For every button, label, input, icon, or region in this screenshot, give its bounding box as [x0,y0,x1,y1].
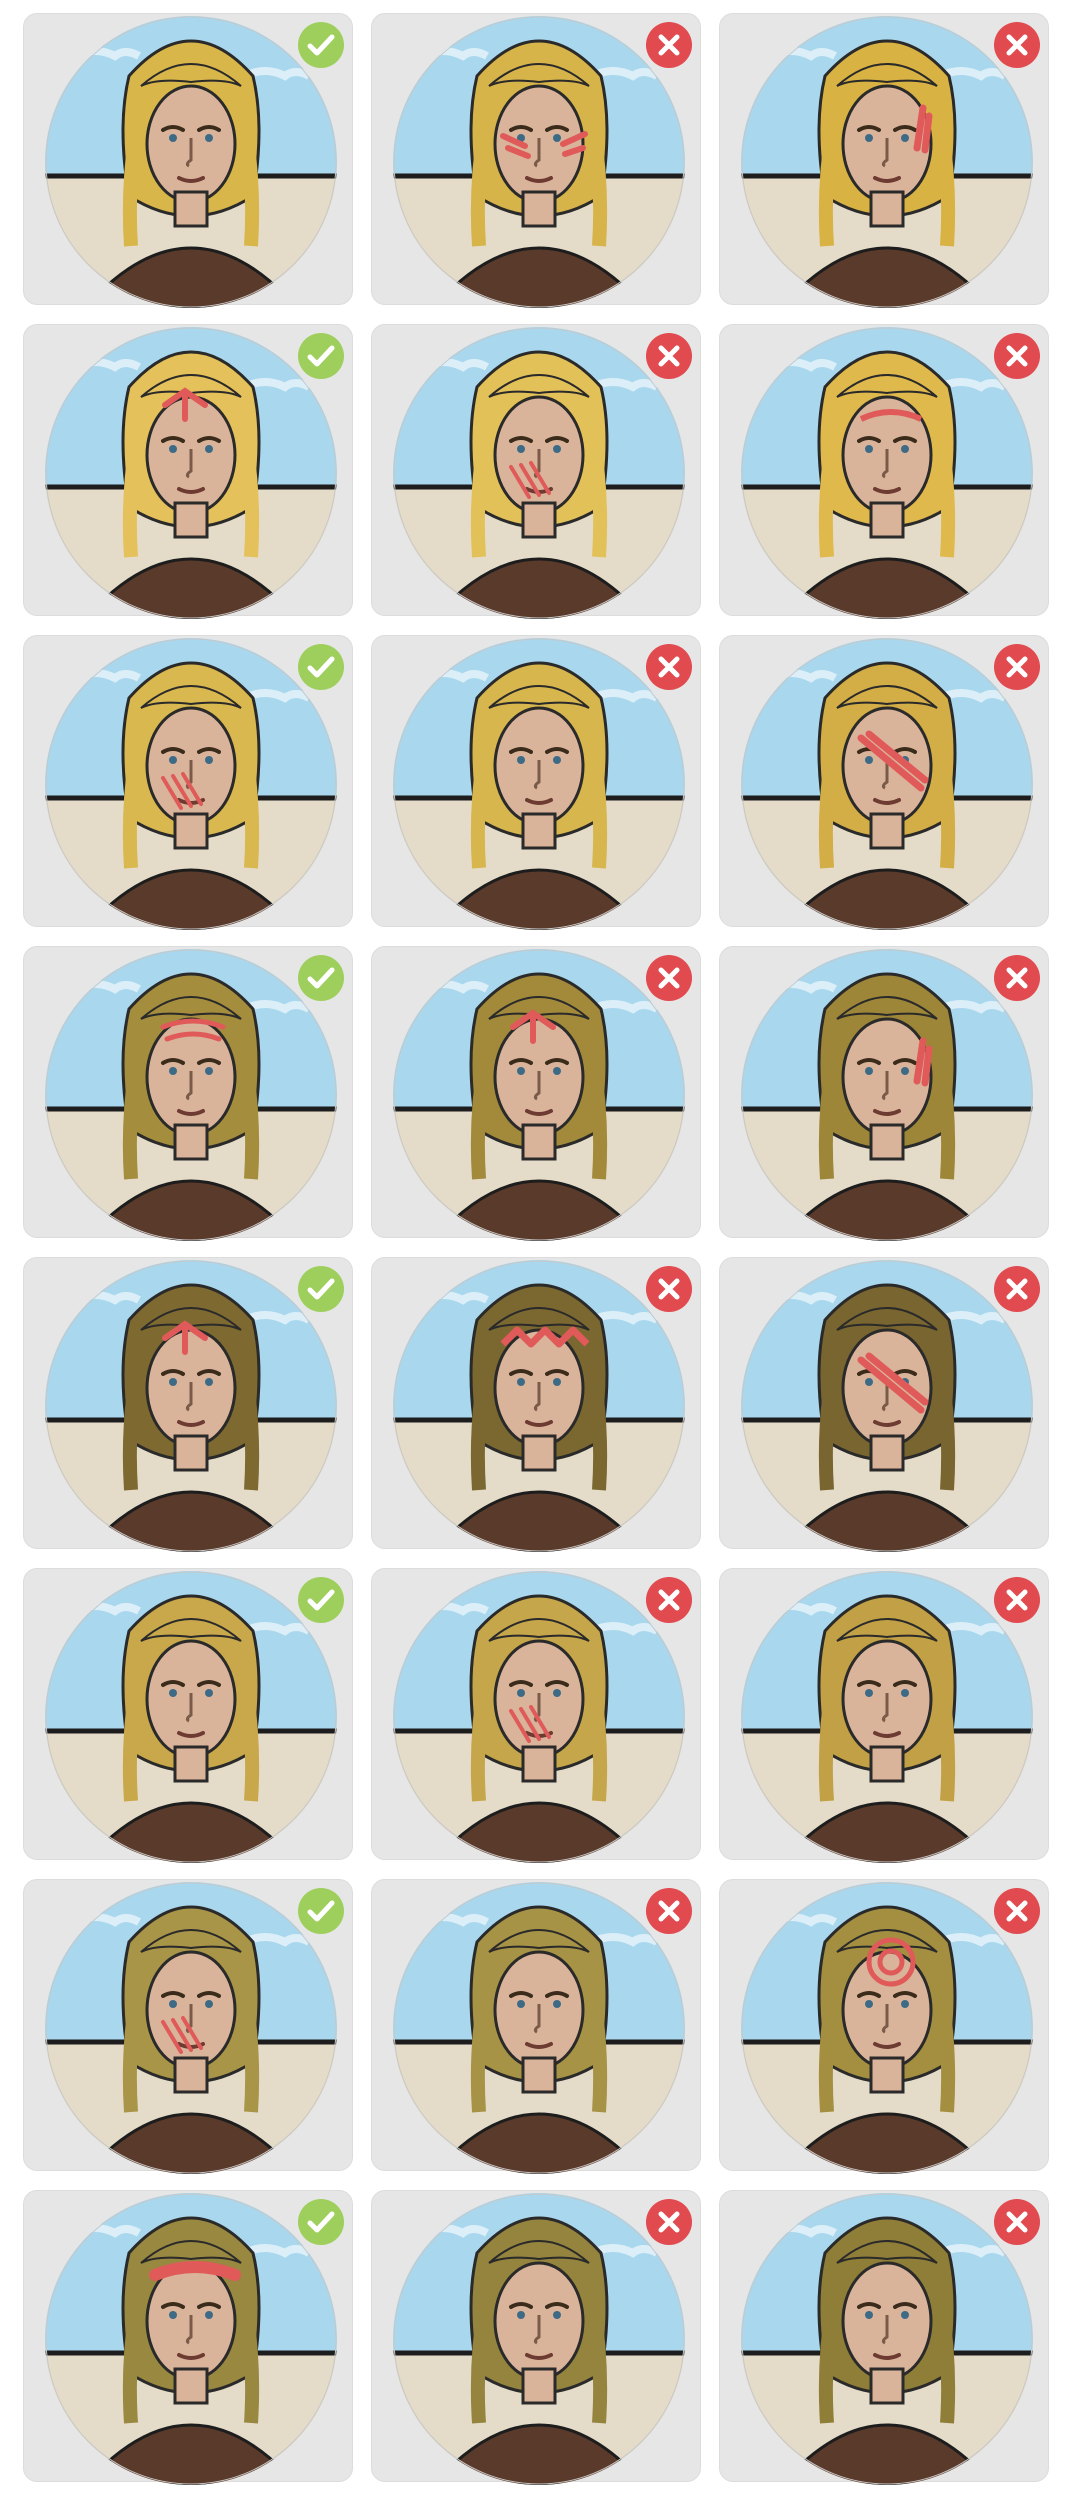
portrait-card[interactable] [719,324,1049,619]
portrait-card[interactable] [371,324,701,619]
portrait-card[interactable] [23,635,353,930]
check-icon[interactable] [298,333,344,379]
x-icon[interactable] [646,1266,692,1312]
x-icon[interactable] [646,955,692,1001]
portrait-card[interactable] [719,13,1049,308]
portrait-card[interactable] [371,1257,701,1552]
portrait-card[interactable] [719,1568,1049,1863]
x-icon[interactable] [994,333,1040,379]
x-icon[interactable] [994,1266,1040,1312]
check-icon[interactable] [298,1577,344,1623]
check-icon[interactable] [298,955,344,1001]
portrait-card[interactable] [23,1568,353,1863]
portrait-card[interactable] [23,946,353,1241]
x-icon[interactable] [646,1577,692,1623]
check-icon[interactable] [298,2199,344,2245]
x-icon[interactable] [994,1888,1040,1934]
portrait-card[interactable] [371,2190,701,2485]
portrait-grid [0,0,1080,2503]
portrait-card[interactable] [371,1879,701,2174]
portrait-card[interactable] [23,2190,353,2485]
portrait-card[interactable] [719,1879,1049,2174]
portrait-card[interactable] [23,1257,353,1552]
portrait-card[interactable] [371,1568,701,1863]
x-icon[interactable] [994,955,1040,1001]
portrait-card[interactable] [719,2190,1049,2485]
portrait-card[interactable] [23,13,353,308]
x-icon[interactable] [994,644,1040,690]
portrait-card[interactable] [23,1879,353,2174]
x-icon[interactable] [646,644,692,690]
portrait-card[interactable] [371,635,701,930]
x-icon[interactable] [646,333,692,379]
portrait-card[interactable] [719,635,1049,930]
portrait-card[interactable] [719,1257,1049,1552]
portrait-card[interactable] [371,13,701,308]
check-icon[interactable] [298,1888,344,1934]
check-icon[interactable] [298,644,344,690]
x-icon[interactable] [646,22,692,68]
portrait-card[interactable] [719,946,1049,1241]
portrait-card[interactable] [23,324,353,619]
x-icon[interactable] [994,1577,1040,1623]
x-icon[interactable] [646,1888,692,1934]
x-icon[interactable] [994,2199,1040,2245]
check-icon[interactable] [298,22,344,68]
portrait-card[interactable] [371,946,701,1241]
x-icon[interactable] [994,22,1040,68]
x-icon[interactable] [646,2199,692,2245]
check-icon[interactable] [298,1266,344,1312]
